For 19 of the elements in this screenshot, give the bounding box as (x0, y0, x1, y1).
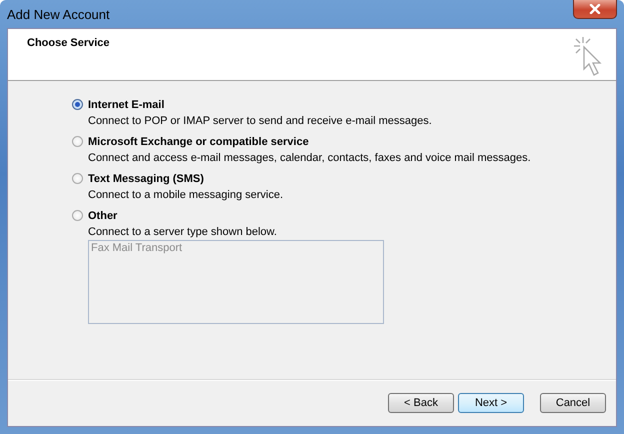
option-label[interactable]: Text Messaging (SMS) (88, 172, 204, 184)
dialog-button[interactable]: Next > (458, 393, 524, 413)
service-description: Connect to POP or IMAP server to send and receive e-mail messages. (88, 115, 433, 127)
dialog-button[interactable]: < Back (388, 393, 454, 413)
dialog-button[interactable]: Cancel (540, 393, 606, 413)
window-title: Add New Account (7, 6, 110, 22)
service-description: Connect to a server type shown below. (88, 226, 278, 238)
radio-button[interactable] (72, 136, 83, 147)
radio-button[interactable] (72, 99, 83, 110)
radio-button[interactable] (72, 173, 83, 184)
option-label[interactable]: Microsoft Exchange or compatible service (88, 136, 309, 148)
service-description: Connect and access e-mail messages, calendar, contacts, faxes and voice mail messages. (88, 152, 532, 164)
radio-button[interactable] (72, 210, 83, 221)
close-button[interactable] (573, 0, 617, 19)
service-description: Connect to a mobile messaging service. (88, 189, 284, 201)
page-heading: Choose Service (27, 37, 110, 49)
option-label[interactable]: Internet E-mail (88, 98, 164, 110)
option-label[interactable]: Other (88, 210, 118, 222)
close-icon (589, 4, 601, 14)
